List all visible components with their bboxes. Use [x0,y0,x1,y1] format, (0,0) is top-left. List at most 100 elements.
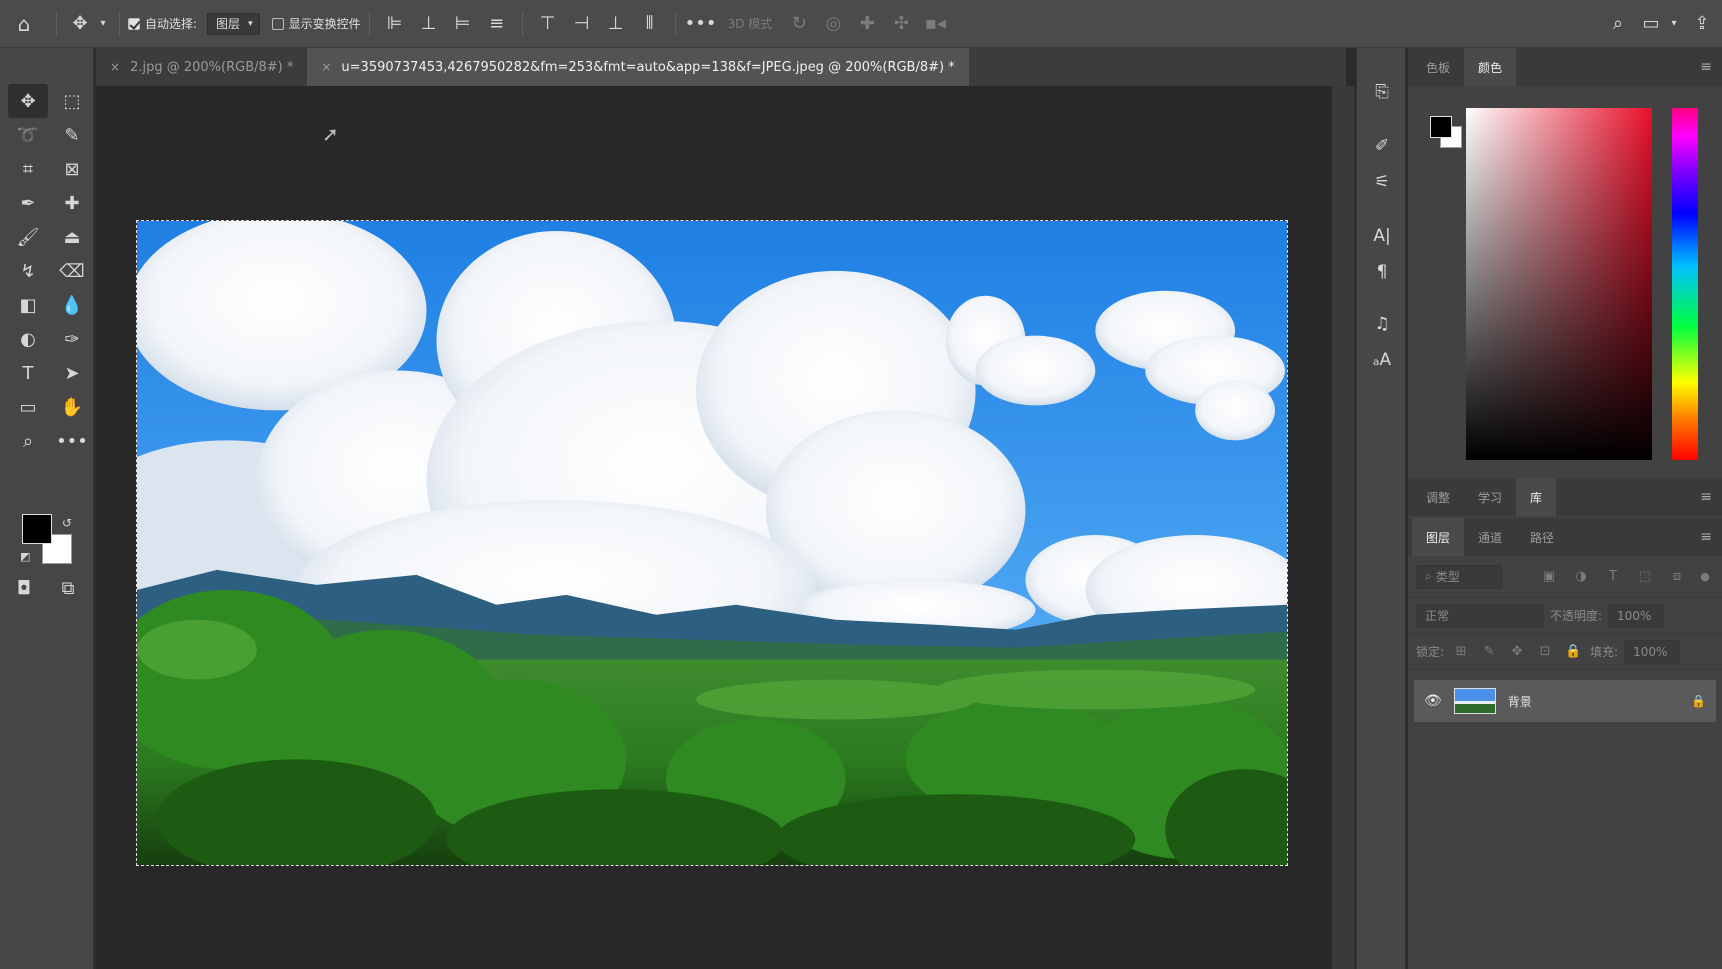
hue-slider[interactable] [1672,108,1698,460]
search-icon[interactable]: ⌕ [1600,13,1636,34]
move-tool-icon[interactable]: ✥ [8,84,48,118]
panel-menu-icon[interactable]: ≡ [1700,529,1712,545]
workspace-icon[interactable]: ▭ [1636,13,1666,34]
align-bottom-edges-icon[interactable]: ⊥ [599,13,633,34]
filter-pixel-layer-icon[interactable]: ▣ [1536,569,1562,584]
canvas-area[interactable]: ➚ [96,86,1332,969]
tab-libraries[interactable]: 库 [1516,478,1557,516]
path-selection-tool-icon[interactable]: ➤ [52,356,92,390]
lock-all-icon[interactable]: 🔒 [1562,644,1584,659]
lock-position-icon[interactable]: ✥ [1506,644,1528,659]
more-options-icon[interactable]: ••• [684,13,718,34]
fill-field[interactable]: 100% [1624,639,1681,664]
3d-roll-icon[interactable]: ◎ [816,13,850,34]
eye-icon[interactable]: 👁 [1424,693,1442,709]
clone-stamp-tool-icon[interactable]: ⏏ [52,220,92,254]
lock-artboard-icon[interactable]: ⊡ [1534,644,1556,659]
swap-colors-icon[interactable]: ↺ [62,516,72,530]
auto-select-checkbox[interactable]: 自动选择: [128,15,197,32]
lock-fill-bar: 锁定: ⊞ ✎ ✥ ⊡ 🔒 填充: 100% [1408,634,1722,670]
paragraph-icon[interactable]: ¶ [1370,260,1394,284]
brush-tool-icon[interactable]: 🖌 [8,220,48,254]
show-transform-controls-checkbox[interactable]: 显示变换控件 [271,15,361,32]
layer-filter-dropdown[interactable]: ⌕ 类型 [1416,564,1502,589]
search-icon: ⌕ [1425,569,1432,583]
marquee-tool-icon[interactable]: ⬚ [52,84,92,118]
chevron-down-icon[interactable]: ▾ [95,18,111,29]
3d-scale-icon[interactable]: ▪◂ [918,13,952,34]
crop-tool-icon[interactable]: ⌗ [8,152,48,186]
blend-mode-dropdown[interactable]: 正常 [1416,603,1544,628]
history-brush-tool-icon[interactable]: ↯ [8,254,48,288]
pen-tool-icon[interactable]: ✑ [52,322,92,356]
distribute-vertical-icon[interactable]: ≡ [480,13,514,34]
auto-select-target-dropdown[interactable]: 图层 ▾ [207,12,260,35]
quick-mask-icon[interactable]: ◘ [12,578,36,599]
document-tab-1[interactable]: × 2.jpg @ 200%(RGB/8#) * [96,48,308,86]
document-tab-title: 2.jpg @ 200%(RGB/8#) * [130,59,294,75]
lock-transparent-pixels-icon[interactable]: ⊞ [1450,644,1472,659]
share-icon[interactable]: ⇪ [1682,13,1722,34]
filter-type-layer-icon[interactable]: T [1600,569,1626,584]
history-icon[interactable]: ⎘ [1370,80,1394,104]
edit-toolbar-icon[interactable]: ••• [52,424,92,458]
default-colors-icon[interactable]: ◩ [20,550,30,563]
fill-label: 填充: [1590,645,1619,659]
vertical-scrollbar[interactable] [1332,86,1354,969]
layer-row-background[interactable]: 👁 背景 🔒 [1414,680,1716,722]
tab-channels[interactable]: 通道 [1464,518,1516,556]
foreground-color-swatch[interactable] [22,514,52,544]
home-icon[interactable]: ⌂ [0,0,48,48]
3d-slide-icon[interactable]: ✣ [884,13,918,34]
brush-settings-icon[interactable]: ✐ [1370,134,1394,158]
align-right-edges-icon[interactable]: ⊨ [446,13,480,34]
tab-layers[interactable]: 图层 [1412,518,1465,556]
rectangle-tool-icon[interactable]: ▭ [8,390,48,424]
quick-selection-tool-icon[interactable]: ✎ [52,118,92,152]
close-icon[interactable]: × [321,60,331,74]
lasso-tool-icon[interactable]: ➰ [8,118,48,152]
align-top-edges-icon[interactable]: ⊤ [531,13,565,34]
gradient-tool-icon[interactable]: ◧ [8,288,48,322]
frame-tool-icon[interactable]: ⊠ [52,152,92,186]
filter-toggle-icon[interactable]: ● [1696,570,1714,583]
tab-learn[interactable]: 学习 [1464,478,1516,516]
hand-tool-icon[interactable]: ✋ [52,390,92,424]
distribute-horizontal-icon[interactable]: ⦀ [633,13,667,34]
adjustments-icon[interactable]: ⚟ [1370,170,1394,194]
eyedropper-tool-icon[interactable]: ✒ [8,186,48,220]
blur-tool-icon[interactable]: 💧 [52,288,92,322]
filter-shape-layer-icon[interactable]: ⬚ [1632,569,1658,584]
screen-mode-icon[interactable]: ⧉ [56,578,80,599]
color-panel [1408,48,1722,468]
panel-menu-icon[interactable]: ≡ [1700,489,1712,505]
collapsed-panels-column: ⎘ ✐ ⚟ A| ¶ ♫ ₐA [1356,48,1406,969]
character-styles-icon[interactable]: ₐA [1370,348,1394,372]
chevron-down-icon[interactable]: ▾ [1666,18,1682,29]
paragraph-styles-icon[interactable]: ♫ [1370,312,1394,336]
zoom-tool-icon[interactable]: ⌕ [8,424,48,458]
dodge-tool-icon[interactable]: ◐ [8,322,48,356]
character-icon[interactable]: A| [1370,224,1394,248]
align-left-edges-icon[interactable]: ⊫ [378,13,412,34]
healing-brush-tool-icon[interactable]: ✚ [52,186,92,220]
align-horizontal-centers-icon[interactable]: ⊥ [412,13,446,34]
3d-pan-icon[interactable]: ✚ [850,13,884,34]
close-icon[interactable]: × [110,60,120,74]
opacity-label: 不透明度: [1550,609,1603,623]
eraser-tool-icon[interactable]: ⌫ [52,254,92,288]
align-vertical-centers-icon[interactable]: ⊣ [565,13,599,34]
move-tool-preset-icon[interactable]: ✥ [65,13,95,34]
saturation-brightness-field[interactable] [1466,108,1652,460]
tab-adjustments[interactable]: 调整 [1412,478,1464,516]
lock-icon: 🔒 [1691,694,1706,708]
lock-image-pixels-icon[interactable]: ✎ [1478,644,1500,659]
filter-adjustment-layer-icon[interactable]: ◑ [1568,569,1594,584]
document-tab-2[interactable]: × u=3590737453,4267950282&fm=253&fmt=aut… [307,48,969,86]
filter-smart-object-icon[interactable]: ⧈ [1664,569,1690,584]
opacity-field[interactable]: 100% [1608,603,1665,628]
type-tool-icon[interactable]: T [8,356,48,390]
color-panel-foreground-swatch[interactable] [1430,116,1452,138]
tab-paths[interactable]: 路径 [1516,518,1568,556]
3d-orbit-icon[interactable]: ↻ [782,13,816,34]
